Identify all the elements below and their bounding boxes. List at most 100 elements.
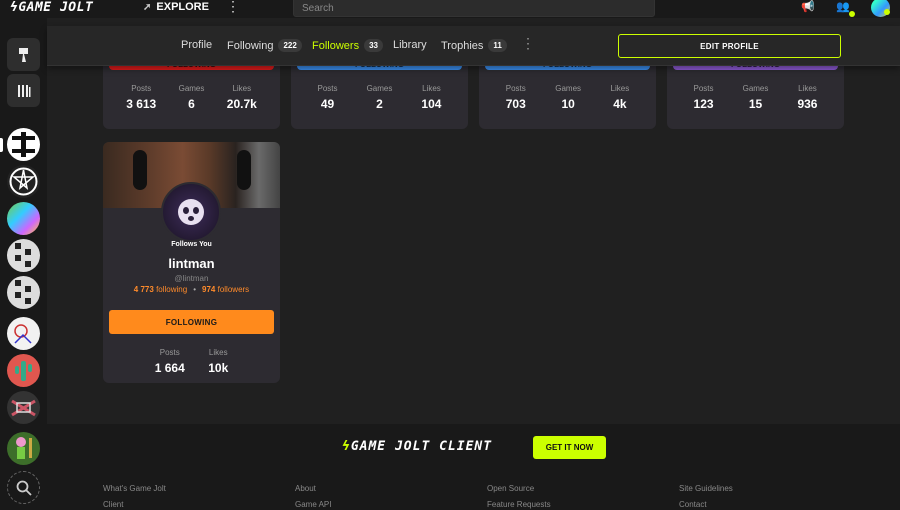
- rocket-icon: ➚: [143, 1, 152, 13]
- community-icon: [12, 132, 35, 157]
- search-placeholder: Search: [302, 3, 334, 14]
- profile-nav: Profile Following 222 Followers 33 Library…: [47, 26, 900, 66]
- follower-card-lintman[interactable]: Follows You lintman @lintman 4 773 follo…: [103, 142, 280, 383]
- star-emblem-icon: [9, 167, 38, 196]
- cactus-icon: [15, 361, 32, 381]
- more-menu-icon[interactable]: ⋮: [226, 0, 240, 13]
- footer-link[interactable]: Game API: [295, 500, 331, 509]
- tab-library[interactable]: Library: [393, 39, 427, 51]
- footer-link[interactable]: About: [295, 484, 316, 493]
- posts-value: 49: [320, 97, 335, 111]
- client-logo[interactable]: ϟGAME JOLT CLIENT: [342, 439, 492, 454]
- games-value: 6: [188, 97, 195, 111]
- posts-value: 3 613: [126, 97, 157, 111]
- count-badge: 11: [488, 39, 507, 52]
- footer-link[interactable]: Feature Requests: [487, 500, 551, 509]
- games-value: 10: [561, 97, 575, 111]
- follow-counts: 4 773 following • 974 followers: [103, 285, 280, 294]
- tab-label: Trophies: [441, 39, 484, 52]
- logo-text: GAME JOLT: [18, 0, 94, 15]
- footer-link[interactable]: Open Source: [487, 484, 534, 493]
- sidebar-community-5[interactable]: [7, 276, 40, 309]
- active-indicator: [0, 138, 3, 152]
- card-stats: Posts 1 664 Likes 10k: [103, 348, 280, 375]
- tab-following[interactable]: Following 222: [227, 39, 302, 52]
- client-logo-text: GAME JOLT CLIENT: [350, 439, 493, 454]
- posts-value: 1 664: [154, 361, 185, 375]
- header-photo-detail: [237, 150, 251, 190]
- count-badge: 222: [278, 39, 302, 52]
- follower-card: FOLLOWING Posts123 Games15 Likes936: [667, 56, 844, 129]
- sidebar-community-8[interactable]: [7, 391, 40, 424]
- posts-value: 123: [693, 97, 714, 111]
- footer: ϟGAME JOLT CLIENT GET IT NOW What's Game…: [47, 424, 900, 510]
- get-it-now-button[interactable]: GET IT NOW: [533, 436, 606, 459]
- posts-label: Posts: [159, 348, 180, 357]
- likes-value: 4k: [613, 97, 627, 111]
- games-label: Games: [555, 84, 582, 93]
- follower-card: FOLLOWING Posts49 Games2 Likes104: [291, 56, 468, 129]
- follower-card: FOLLOWING Posts3 613 Games6 Likes20.7k: [103, 56, 280, 129]
- game-jolt-logo[interactable]: ϟGAME JOLT: [10, 0, 93, 15]
- tab-profile[interactable]: Profile: [181, 39, 212, 51]
- tab-label: Following: [227, 39, 274, 52]
- games-label: Games: [178, 84, 205, 93]
- search-input[interactable]: Search: [293, 0, 655, 17]
- sidebar-library[interactable]: [7, 74, 40, 107]
- explore-link[interactable]: ➚ EXPLORE: [143, 1, 209, 13]
- card-stats: Posts 49 Games 2 Likes 104: [291, 84, 468, 111]
- followers-label[interactable]: followers: [218, 285, 250, 294]
- search-icon: [16, 480, 32, 496]
- display-name[interactable]: lintman: [103, 256, 280, 271]
- friends-icon[interactable]: 👥: [836, 0, 850, 13]
- games-label: Games: [742, 84, 769, 93]
- sidebar-community-7[interactable]: [7, 354, 40, 387]
- followers-count: 974: [202, 285, 216, 294]
- edit-profile-button[interactable]: EDIT PROFILE: [618, 34, 841, 58]
- footer-link[interactable]: Site Guidelines: [679, 484, 733, 493]
- more-options-icon[interactable]: ⋮: [521, 35, 535, 52]
- game-jolt-icon: [18, 47, 28, 62]
- likes-value: 20.7k: [226, 97, 257, 111]
- megaphone-icon[interactable]: 📢: [801, 0, 815, 13]
- library-icon: [17, 84, 30, 97]
- card-stats: Posts 3 613 Games 6 Likes 20.7k: [103, 84, 280, 111]
- checker-icon: [15, 280, 31, 304]
- tab-trophies[interactable]: Trophies 11: [441, 39, 507, 52]
- sidebar-community-9[interactable]: [7, 432, 40, 465]
- footer-link[interactable]: Contact: [679, 500, 707, 509]
- sidebar: [0, 18, 47, 510]
- explore-label: EXPLORE: [156, 1, 209, 13]
- games-label: Games: [366, 84, 393, 93]
- tab-label: Followers: [312, 39, 360, 52]
- top-bar: ϟGAME JOLT ➚ EXPLORE ⋮ Search 📢 👥: [0, 0, 900, 18]
- likes-value: 104: [421, 97, 442, 111]
- user-avatar-lintman[interactable]: [161, 182, 221, 242]
- likes-value: 936: [797, 97, 818, 111]
- follower-card: FOLLOWING Posts703 Games10 Likes4k: [479, 56, 656, 129]
- likes-label: Likes: [208, 348, 228, 357]
- sidebar-community-2[interactable]: [7, 165, 40, 198]
- sidebar-community-3[interactable]: [7, 202, 40, 235]
- following-label[interactable]: following: [156, 285, 187, 294]
- sidebar-search[interactable]: [7, 471, 40, 504]
- notification-dot: [849, 11, 855, 17]
- games-value: 2: [376, 97, 383, 111]
- posts-label: Posts: [505, 84, 526, 93]
- sidebar-community-1[interactable]: [7, 128, 40, 161]
- following-button[interactable]: FOLLOWING: [109, 310, 274, 334]
- likes-value: 10k: [208, 361, 229, 375]
- follows-you-label: Follows You: [171, 241, 212, 248]
- footer-link[interactable]: What's Game Jolt: [103, 484, 166, 493]
- avatar-face-icon: [178, 199, 204, 225]
- bolt-icon: ϟ: [342, 439, 351, 454]
- sidebar-community-4[interactable]: [7, 239, 40, 272]
- sidebar-home[interactable]: [7, 38, 40, 71]
- count-badge: 33: [364, 39, 383, 52]
- tab-followers[interactable]: Followers 33: [312, 39, 383, 52]
- likes-label: Likes: [422, 84, 441, 93]
- likes-label: Likes: [798, 84, 817, 93]
- sidebar-community-6[interactable]: [7, 317, 40, 350]
- footer-link[interactable]: Client: [103, 500, 123, 509]
- posts-value: 703: [505, 97, 526, 111]
